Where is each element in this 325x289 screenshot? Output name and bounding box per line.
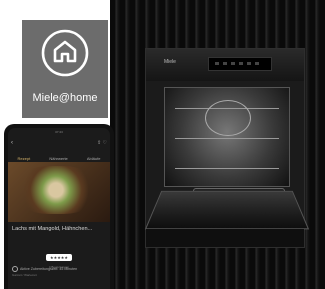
oven-brand-label: Miele [164, 59, 176, 65]
recipe-title: Lachs mit Mangold, Hähnchen... [12, 226, 93, 232]
fan-icon [205, 100, 251, 136]
status-time: 07:43 [55, 130, 63, 134]
prep-time-info: Aktive Zubereitungszeit: 45 Minuten Garz… [12, 266, 108, 277]
oven-image: Miele [144, 48, 310, 248]
share-favorite-icons[interactable]: ⇪ ♡ [97, 140, 107, 146]
miele-home-logo: Miele@home [22, 20, 108, 118]
prep-time-label: Aktive Zubereitungszeit: 45 Minuten [20, 266, 78, 271]
smartphone: 07:43 ‹ ⇪ ♡ Rezept Nährwerte Abläufe Lac… [4, 124, 114, 289]
back-icon[interactable]: ‹ [11, 140, 13, 146]
prep-time-sub: Garzeit / Wartezeit [12, 273, 37, 277]
logo-text: Miele@home [32, 92, 98, 104]
recipe-photo [8, 162, 110, 222]
oven-control-panel: Miele [146, 49, 304, 81]
rating-stars[interactable]: ★★★★★ [46, 254, 72, 261]
oven-cavity [164, 87, 290, 216]
oven-base [146, 229, 304, 247]
salmon-plate-image [16, 166, 96, 214]
phone-screen: 07:43 ‹ ⇪ ♡ Rezept Nährwerte Abläufe Lac… [8, 128, 110, 289]
clock-icon [12, 266, 18, 272]
house-icon [41, 29, 89, 77]
oven-door [144, 190, 310, 230]
oven-display [208, 57, 272, 71]
